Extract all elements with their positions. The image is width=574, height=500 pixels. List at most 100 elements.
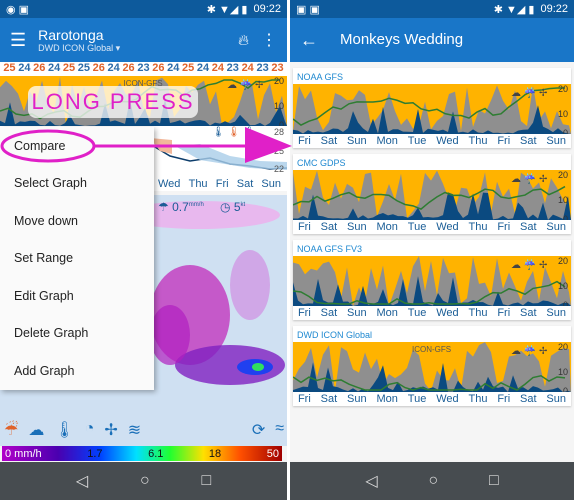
day-label: Mon [376, 221, 398, 233]
day-label: Sun [347, 307, 367, 319]
day-label: Mon [376, 135, 398, 147]
more-icon[interactable]: ⋮ [261, 30, 277, 50]
day-label: Fri [497, 393, 511, 405]
temperature-value: 24 [18, 62, 31, 74]
flame-icon[interactable]: 🔥︎ [238, 32, 249, 49]
clock: 09:22 [540, 3, 568, 15]
signal-icons: ✱ ▼◢ ▮ [206, 3, 248, 16]
temperature-value: 26 [152, 62, 165, 74]
day-label: Fri [497, 307, 511, 319]
axis-label: 20 [558, 84, 568, 94]
weather-icons: ☁ ☔ ✢ [511, 344, 547, 357]
axis-label: 20 [558, 170, 568, 180]
home-nav-icon[interactable]: ○ [140, 472, 150, 490]
scale-label: 1.7 [87, 447, 103, 460]
model-card[interactable]: DWD ICON Global 20 10 0 ☁ ☔ ✢ ICON-GFS Fri Sat S… [293, 326, 571, 406]
day-label: Wed [436, 221, 459, 233]
menu-item-edit-graph[interactable]: Edit Graph [0, 277, 154, 315]
rain-layer-icon[interactable]: ☔︎ [4, 420, 18, 440]
model-card[interactable]: CMC GDPS 20 10 0 ☁ ☔ ✢ Fri Sat Sun Mon Tue Wed Thu F… [293, 154, 571, 234]
temperature-value: 24 [107, 62, 120, 74]
day-label: Thu [188, 178, 208, 190]
model-card[interactable]: NOAA GFS FV3 20 10 0 ☁ ☔ ✢ Fri Sat Sun Mon Tue Wed… [293, 240, 571, 320]
chart-label: ICON-GFS [412, 345, 451, 354]
day-label: Mon [376, 393, 398, 405]
app-bar: ← Monkeys Wedding [290, 18, 574, 62]
axis-label: 20 [558, 342, 568, 352]
temperature-value: 25 [182, 62, 195, 74]
recents-nav-icon[interactable]: □ [201, 472, 211, 490]
axis-label: 10 [558, 195, 568, 205]
temperature-value: 24 [47, 62, 61, 74]
axis-label: 0 [563, 300, 568, 306]
day-label: Tue [407, 135, 427, 147]
back-nav-icon[interactable]: ◁ [365, 471, 377, 491]
day-label: Sat [320, 135, 338, 147]
scale-label: 50 [266, 447, 279, 460]
recents-nav-icon[interactable]: □ [489, 472, 499, 490]
layer-toolbar: ☔︎ ☁︎ 🌡︎ ◔ ✢ ≋ ⟳ ≈ [4, 420, 284, 440]
temperature-layer-icon[interactable]: 🌡︎ [54, 420, 74, 440]
axis-label: 0 [563, 214, 568, 220]
model-title: DWD ICON Global [297, 330, 373, 340]
model-title: CMC GDPS [297, 158, 346, 168]
day-label: Fri [297, 307, 311, 319]
day-label: Tue [407, 221, 427, 233]
temperature-value: 26 [92, 62, 105, 74]
back-nav-icon[interactable]: ◁ [76, 471, 88, 491]
menu-item-add-graph[interactable]: Add Graph [0, 352, 154, 390]
nav-bar: ◁ ○ □ [0, 462, 287, 500]
location-selector[interactable]: Rarotonga DWD ICON Global ▾ [38, 27, 226, 54]
day-label: Sun [546, 135, 566, 147]
pressure-layer-icon[interactable]: ◔ [85, 420, 95, 440]
day-label: Fri [297, 393, 311, 405]
scale-label: 0 mm/h [5, 447, 42, 460]
temperature-value: 24 [167, 62, 180, 74]
menu-item-delete-graph[interactable]: Delete Graph [0, 315, 154, 353]
temperature-row: 25 24 26 24 25 25 26 24 26 23 26 24 25 24 24 23 24 23 23 [0, 62, 287, 76]
day-labels: Fri Sat Sun Mon Tue Wed Thu Fri Sat Sun [293, 392, 571, 406]
model-forecast-graph[interactable]: 20 10 0 ☁ ☔ ✢ [293, 84, 571, 134]
menu-item-select-graph[interactable]: Select Graph [0, 165, 154, 203]
day-label: Thu [468, 221, 488, 233]
nav-bar: ◁ ○ □ [290, 462, 574, 500]
app-bar: ☰ Rarotonga DWD ICON Global ▾ 🔥︎ ⋮ [0, 18, 287, 62]
model-forecast-graph[interactable]: 20 10 0 ☁ ☔ ✢ [293, 170, 571, 220]
day-label: Thu [468, 393, 488, 405]
axis-label: 20 [274, 76, 284, 86]
temp-band-cool [175, 144, 287, 170]
menu-icon[interactable]: ☰ [10, 30, 26, 51]
cloud-layer-icon[interactable]: ☁︎ [28, 420, 44, 440]
axis-label: 0 [563, 128, 568, 134]
wind-layer-icon[interactable]: ✢ [104, 420, 117, 440]
precip-color-scale: 0 mm/h 1.7 6.1 18 50 [2, 446, 282, 461]
day-label: Sat [520, 393, 537, 405]
day-label: Sat [320, 221, 338, 233]
weather-icons: ☁ ☔ ✢ [227, 78, 263, 91]
day-label: Fri [497, 221, 511, 233]
menu-item-compare[interactable]: Compare [0, 127, 154, 165]
day-label: Fri [297, 135, 311, 147]
menu-item-set-range[interactable]: Set Range [0, 240, 154, 278]
day-label: Wed [158, 178, 181, 190]
model-card[interactable]: NOAA GFS 20 10 0 ☁ ☔ ✢ Fri Sat Sun Mon Tue Wed Thu F… [293, 68, 571, 148]
dropdown-icon: ▾ [115, 42, 121, 53]
day-label: Wed [436, 393, 459, 405]
animation-icon[interactable]: ⟳ [252, 420, 265, 440]
day-label: Fri [497, 135, 511, 147]
temperature-value: 25 [77, 62, 91, 74]
day-label: Sun [347, 221, 367, 233]
model-forecast-graph[interactable]: 20 10 0 ☁ ☔ ✢ [293, 256, 571, 306]
day-label: Sun [546, 221, 566, 233]
wave-layer-icon[interactable]: ≋ [128, 420, 141, 440]
day-label: Fri [215, 178, 229, 190]
model-forecast-graph[interactable]: 20 10 0 ☁ ☔ ✢ ICON-GFS [293, 342, 571, 392]
back-arrow-icon[interactable]: ← [300, 30, 318, 51]
swell-layer-icon[interactable]: ≈ [275, 420, 284, 440]
home-nav-icon[interactable]: ○ [428, 472, 438, 490]
day-label: Sun [347, 135, 367, 147]
temperature-value: 23 [256, 62, 269, 74]
menu-item-move-down[interactable]: Move down [0, 202, 154, 240]
right-phone: ▣ ▣ ✱ ▼◢ ▮ 09:22 ← Monkeys Wedding NOAA GF… [290, 0, 574, 500]
temperature-value: 26 [122, 62, 135, 74]
